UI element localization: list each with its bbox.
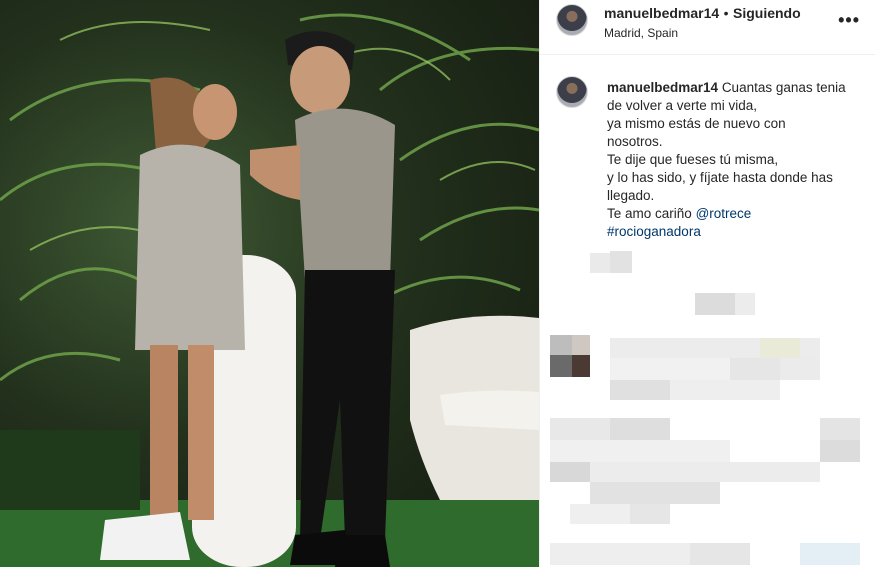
mention-link[interactable]: @rotrece: [696, 206, 752, 221]
caption-line: nosotros.: [607, 134, 663, 149]
post-location[interactable]: Madrid, Spain: [604, 26, 801, 40]
pixelated-comments-area: [540, 243, 875, 567]
caption-line: llegado.: [607, 188, 655, 203]
caption-line: Te amo cariño: [607, 206, 692, 221]
caption-text: manuelbedmar14 Cuantas ganas tenia de vo…: [607, 79, 862, 241]
caption-line: y lo has sido, y fíjate hasta donde has: [607, 170, 833, 185]
follow-status-button[interactable]: Siguiendo: [733, 5, 801, 21]
caption-line: Cuantas ganas tenia: [721, 80, 846, 95]
author-info: manuelbedmar14 • Siguiendo Madrid, Spain: [604, 5, 801, 40]
author-username[interactable]: manuelbedmar14: [604, 5, 719, 21]
more-horizontal-icon[interactable]: •••: [838, 10, 860, 31]
photo-scene: [0, 13, 539, 567]
post-photo[interactable]: [0, 0, 539, 567]
author-avatar[interactable]: [556, 4, 588, 36]
caption-line: de volver a verte mi vida,: [607, 98, 758, 113]
post-side-panel: manuelbedmar14 • Siguiendo Madrid, Spain…: [539, 0, 875, 567]
caption-author-avatar[interactable]: [556, 76, 588, 108]
hashtag-link[interactable]: #rocioganadora: [607, 224, 701, 239]
caption-line: ya mismo estás de nuevo con: [607, 116, 786, 131]
caption-username[interactable]: manuelbedmar14: [607, 80, 718, 95]
separator-dot: •: [723, 5, 729, 21]
caption-line: Te dije que fueses tú misma,: [607, 152, 779, 167]
post-header: manuelbedmar14 • Siguiendo Madrid, Spain…: [540, 0, 875, 55]
